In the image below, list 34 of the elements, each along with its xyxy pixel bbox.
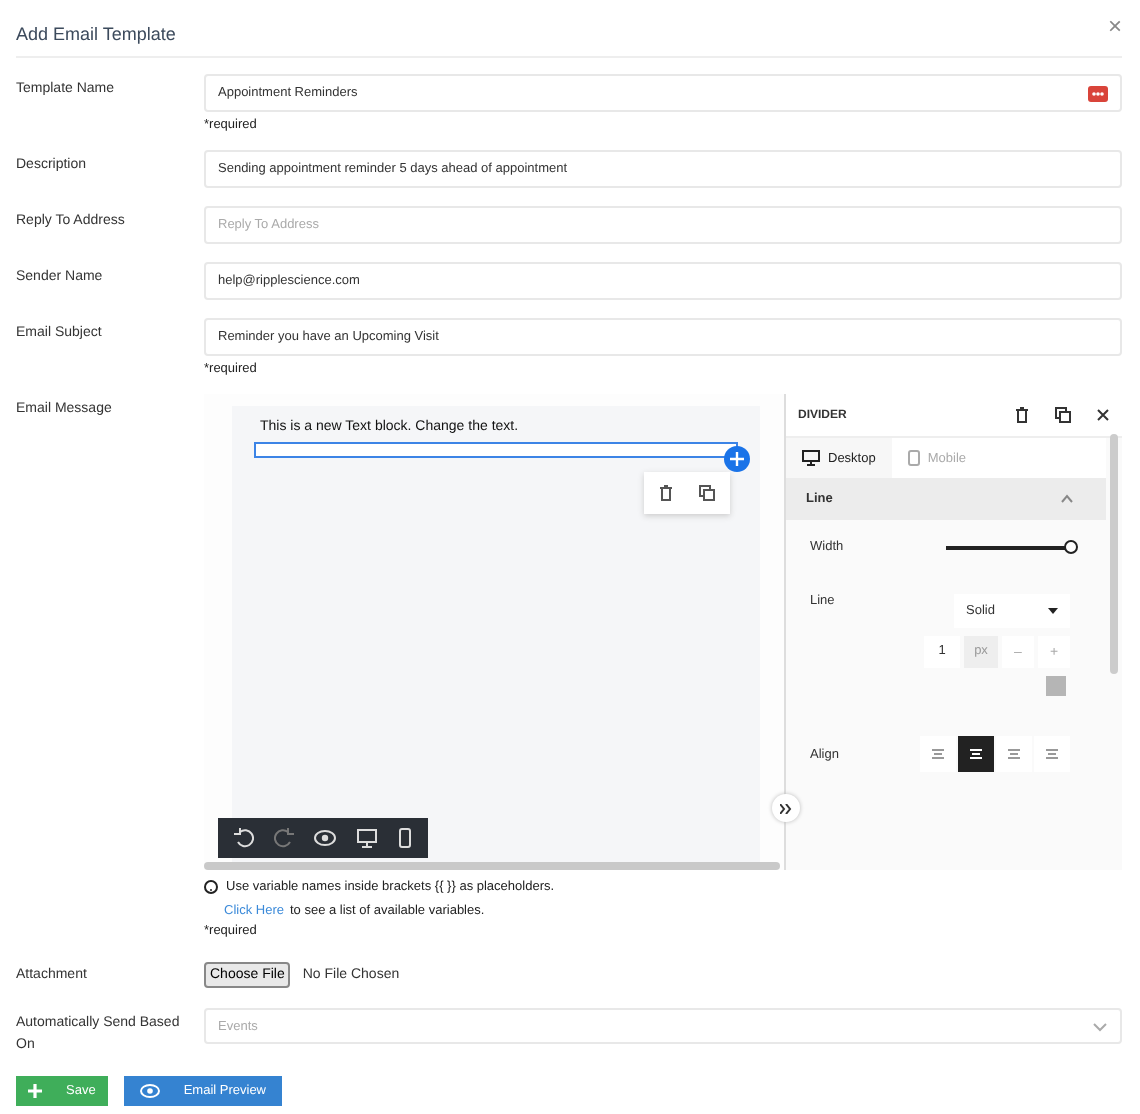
color-swatch[interactable]	[1046, 676, 1066, 696]
chevron-icon	[1060, 494, 1074, 504]
close-icon[interactable]	[1096, 408, 1110, 422]
eye-icon[interactable]	[314, 828, 336, 848]
dots-icon[interactable]	[1088, 85, 1108, 101]
align-button[interactable]	[958, 736, 994, 772]
mobile-icon[interactable]	[398, 828, 412, 848]
chevron-icon	[1092, 1021, 1108, 1031]
vertical-scrollbar[interactable]	[1110, 434, 1118, 674]
horizontal-scrollbar[interactable]	[204, 862, 780, 870]
desktop-icon[interactable]	[356, 828, 378, 848]
copy-icon[interactable]	[1054, 406, 1072, 424]
align-icon	[970, 748, 982, 760]
move-icon[interactable]	[724, 446, 750, 472]
undo-icon[interactable]	[234, 828, 254, 848]
desktop-icon	[802, 450, 820, 466]
trash-icon[interactable]	[658, 484, 674, 502]
close-button[interactable]: ×	[1107, 14, 1122, 38]
dialog-title: Add Email Template	[16, 24, 176, 44]
eye-icon	[139, 1084, 160, 1098]
help-icon	[204, 880, 218, 894]
double-chevron-icon	[780, 803, 792, 813]
caret-icon	[1048, 608, 1058, 614]
collapse-button[interactable]	[772, 794, 800, 822]
plus-icon	[28, 1084, 42, 1098]
align-icon	[1008, 748, 1020, 760]
mobile-icon	[907, 450, 920, 466]
align-icon	[932, 748, 944, 760]
copy-icon[interactable]	[698, 484, 716, 502]
divider-block[interactable]	[254, 442, 738, 458]
trash-icon[interactable]	[1014, 406, 1030, 424]
slider-thumb[interactable]	[1064, 539, 1078, 553]
redo-icon[interactable]	[274, 828, 294, 848]
align-icon	[1046, 748, 1058, 760]
